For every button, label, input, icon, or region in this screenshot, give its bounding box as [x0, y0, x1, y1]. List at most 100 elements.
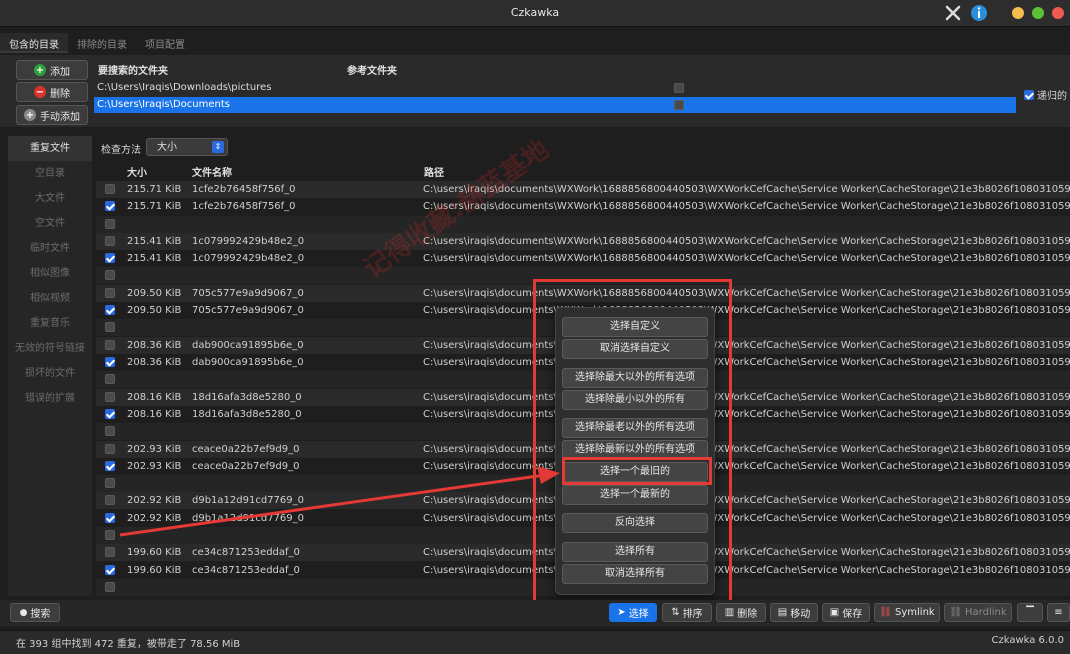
ref-checkbox[interactable] — [674, 100, 684, 110]
cell-size: 208.36 KiB — [127, 340, 182, 351]
dir-row[interactable]: C:\Users\Iraqis\Downloads\pictures — [94, 80, 1016, 96]
settings-icon[interactable] — [944, 4, 962, 22]
row-checkbox[interactable] — [105, 530, 115, 540]
cell-name: ce34c871253eddaf_0 — [192, 547, 300, 558]
cell-name: d9b1a12d91cd7769_0 — [192, 495, 305, 506]
cell-path: C:\users\iraqis\documents\WXWork\1688856… — [423, 495, 1070, 506]
nav-duplicate-music[interactable]: 重复音乐 — [8, 311, 92, 336]
header-name[interactable]: 文件名称 — [192, 164, 232, 179]
tab-item-config[interactable]: 项目配置 — [136, 33, 194, 53]
cell-name: ce34c871253eddaf_0 — [192, 565, 300, 576]
move-button[interactable]: ▤ 移动 — [770, 603, 818, 622]
table-row[interactable]: 215.41 KiB 1c079992429b48e2_0 C:\users\ira… — [96, 250, 1070, 267]
nav-bad-extensions[interactable]: 错误的扩展 — [8, 386, 92, 411]
more-button[interactable]: ≡ — [1047, 603, 1070, 622]
dir-row[interactable]: C:\Users\Iraqis\Documents — [94, 97, 1016, 113]
row-checkbox[interactable] — [105, 236, 115, 246]
row-checkbox[interactable] — [105, 340, 115, 350]
row-checkbox[interactable] — [105, 305, 115, 315]
maximize-button[interactable] — [1032, 7, 1044, 19]
recursive-toggle[interactable]: 递归的 — [1024, 87, 1067, 102]
sort-button[interactable]: ⇅ 排序 — [662, 603, 712, 622]
nav-similar-images[interactable]: 相似图像 — [8, 261, 92, 286]
search-button[interactable]: ● 搜索 — [10, 603, 60, 622]
minimize-button[interactable] — [1012, 7, 1024, 19]
row-checkbox[interactable] — [105, 184, 115, 194]
row-checkbox[interactable] — [105, 582, 115, 592]
close-button[interactable] — [1052, 7, 1064, 19]
annotation-box-menu — [533, 279, 732, 605]
table-row[interactable]: 215.71 KiB 1cfe2b76458f756f_0 C:\users\ira… — [96, 198, 1070, 215]
nav-big-files[interactable]: 大文件 — [8, 186, 92, 211]
cell-name: 18d16afa3d8e5280_0 — [192, 392, 302, 403]
cell-path: C:\users\iraqis\documents\WXWork\1688856… — [423, 513, 1070, 524]
check-method-label: 检查方法 — [101, 145, 141, 156]
row-checkbox[interactable] — [105, 392, 115, 402]
trash-icon: ▥ — [724, 607, 735, 618]
cell-name: 705c577e9a9d9067_0 — [192, 288, 304, 299]
table-row[interactable]: 215.71 KiB 1cfe2b76458f756f_0 C:\users\ira… — [96, 181, 1070, 198]
nav-empty-dirs[interactable]: 空目录 — [8, 161, 92, 186]
cell-path: C:\users\iraqis\documents\WXWork\1688856… — [423, 253, 1070, 264]
ref-checkbox[interactable] — [674, 83, 684, 93]
header-size[interactable]: 大小 — [127, 164, 147, 179]
cell-size: 208.16 KiB — [127, 392, 182, 403]
delete-button[interactable]: ▥ 删除 — [716, 603, 766, 622]
cell-name: 1c079992429b48e2_0 — [192, 236, 305, 247]
cell-size: 199.60 KiB — [127, 547, 182, 558]
sort-icon: ⇅ — [671, 607, 680, 618]
row-checkbox[interactable] — [105, 270, 115, 280]
save-button[interactable]: ▣ 保存 — [822, 603, 870, 622]
symlink-button[interactable]: ⛓ Symlink — [874, 603, 940, 622]
bars-icon: ≡ — [1054, 607, 1063, 618]
cell-path: C:\users\iraqis\documents\WXWork\1688856… — [423, 409, 1070, 420]
row-checkbox[interactable] — [105, 288, 115, 298]
header-path[interactable]: 路径 — [424, 164, 444, 179]
manual-add-button[interactable]: + 手动添加 — [16, 105, 88, 125]
row-checkbox[interactable] — [105, 513, 115, 523]
plus-icon: + — [24, 109, 36, 121]
cell-size: 215.71 KiB — [127, 184, 182, 195]
col-ref-folder: 参考文件夹 — [347, 66, 397, 77]
cell-size: 215.71 KiB — [127, 201, 182, 212]
cell-size: 202.92 KiB — [127, 513, 182, 524]
check-method-select[interactable]: 大小 ⇕ — [146, 138, 228, 156]
row-checkbox[interactable] — [105, 461, 115, 471]
row-checkbox[interactable] — [105, 219, 115, 229]
row-checkbox[interactable] — [105, 253, 115, 263]
info-icon[interactable] — [970, 4, 988, 22]
nav-duplicate-files[interactable]: 重复文件 — [8, 136, 92, 161]
save-icon: ▣ — [829, 607, 840, 618]
cell-name: ceace0a22b7ef9d9_0 — [192, 444, 300, 455]
remove-dir-button[interactable]: − 删除 — [16, 82, 88, 102]
row-checkbox[interactable] — [105, 322, 115, 332]
table-row[interactable]: 215.41 KiB 1c079992429b48e2_0 C:\users\ira… — [96, 233, 1070, 250]
hardlink-button[interactable]: ⛓ Hardlink — [944, 603, 1012, 622]
add-dir-button[interactable]: + 添加 — [16, 60, 88, 80]
row-checkbox[interactable] — [105, 374, 115, 384]
recursive-checkbox[interactable] — [1024, 89, 1034, 100]
tab-excluded-dirs[interactable]: 排除的目录 — [68, 33, 136, 53]
cell-path: C:\users\iraqis\documents\WXWork\1688856… — [423, 357, 1070, 368]
nav-temp-files[interactable]: 临时文件 — [8, 236, 92, 261]
cell-path: C:\users\iraqis\documents\WXWork\1688856… — [423, 392, 1070, 403]
select-button[interactable]: ➤ 选择 — [609, 603, 657, 622]
cell-size: 208.36 KiB — [127, 357, 182, 368]
tab-included-dirs[interactable]: 包含的目录 — [0, 33, 68, 53]
row-checkbox[interactable] — [105, 565, 115, 575]
nav-invalid-symlinks[interactable]: 无效的符号链接 — [8, 336, 92, 361]
nav-similar-videos[interactable]: 相似视频 — [8, 286, 92, 311]
row-checkbox[interactable] — [105, 357, 115, 367]
link-icon: ⛓ — [879, 607, 892, 618]
panel-toggle-button[interactable]: ▔ — [1017, 603, 1043, 622]
row-checkbox[interactable] — [105, 495, 115, 505]
row-checkbox[interactable] — [105, 426, 115, 436]
row-checkbox[interactable] — [105, 547, 115, 557]
group-separator-row[interactable] — [96, 216, 1070, 233]
nav-broken-files[interactable]: 损坏的文件 — [8, 361, 92, 386]
row-checkbox[interactable] — [105, 478, 115, 488]
nav-empty-files[interactable]: 空文件 — [8, 211, 92, 236]
row-checkbox[interactable] — [105, 201, 115, 211]
row-checkbox[interactable] — [105, 409, 115, 419]
row-checkbox[interactable] — [105, 444, 115, 454]
